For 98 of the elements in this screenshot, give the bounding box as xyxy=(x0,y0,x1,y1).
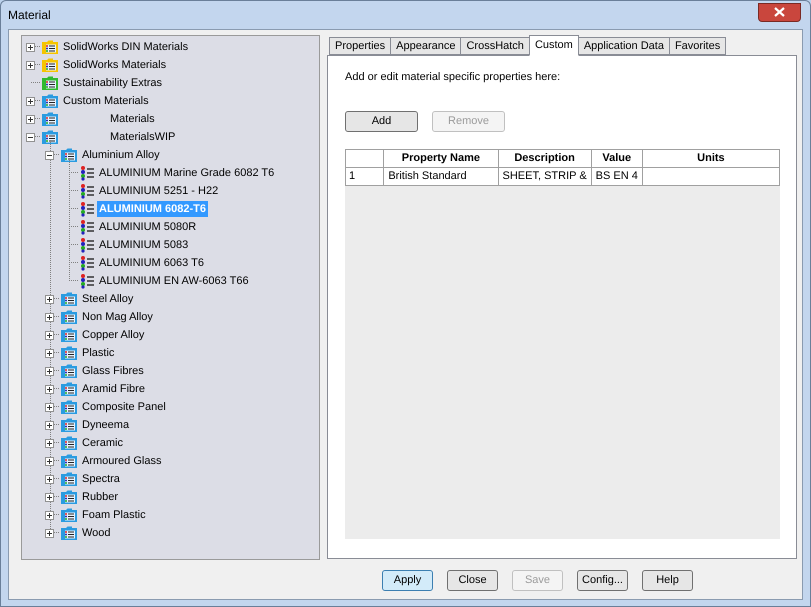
folder-list-icon xyxy=(60,525,78,541)
expand-icon[interactable] xyxy=(26,96,35,106)
folder-list-icon xyxy=(41,57,59,73)
expand-icon[interactable] xyxy=(26,42,35,52)
tree-item[interactable]: Wood xyxy=(80,525,113,541)
expand-icon[interactable] xyxy=(45,492,54,502)
tree-item[interactable]: Sustainability Extras xyxy=(61,75,164,91)
tree-item[interactable]: Copper Alloy xyxy=(80,327,146,343)
dialog-button[interactable]: Add xyxy=(345,110,418,132)
tree-item[interactable]: Dyneema xyxy=(80,417,132,433)
expand-icon[interactable] xyxy=(45,438,54,448)
tree-item[interactable]: Materials xyxy=(108,111,157,127)
folder-list-icon xyxy=(60,471,78,487)
expand-icon[interactable] xyxy=(26,114,35,124)
tab[interactable]: Application Data xyxy=(578,37,670,55)
folder-list-icon xyxy=(60,327,78,343)
expand-icon[interactable] xyxy=(45,510,54,520)
expand-icon[interactable] xyxy=(26,60,35,70)
column-header: Value xyxy=(591,149,642,167)
dialog-button[interactable]: Close xyxy=(447,570,498,591)
tab[interactable]: Appearance xyxy=(390,37,462,55)
window-title: Material xyxy=(8,7,51,24)
tree-item[interactable]: Steel Alloy xyxy=(80,291,136,307)
column-header: Units xyxy=(642,149,780,167)
folder-list-icon xyxy=(60,309,78,325)
tree-item[interactable]: ALUMINIUM 5080R xyxy=(97,219,198,235)
folder-list-icon xyxy=(60,363,78,379)
tree-item[interactable]: Ceramic xyxy=(80,435,125,451)
tree-item[interactable]: ALUMINIUM Marine Grade 6082 T6 xyxy=(97,165,276,181)
tree-item[interactable]: Rubber xyxy=(80,489,120,505)
folder-list-icon xyxy=(60,147,78,163)
material-icon xyxy=(79,255,95,271)
dialog-button[interactable]: Config... xyxy=(577,570,628,591)
folder-list-icon xyxy=(41,75,59,91)
folder-list-icon xyxy=(41,39,59,55)
column-header: Property Name xyxy=(384,149,498,167)
tree-item[interactable]: ALUMINIUM 5083 xyxy=(97,237,190,253)
tree-item[interactable]: Composite Panel xyxy=(80,399,168,415)
tree-item[interactable]: SolidWorks Materials xyxy=(61,57,168,73)
expand-icon[interactable] xyxy=(45,330,54,340)
material-icon xyxy=(79,219,95,235)
folder-list-icon xyxy=(60,291,78,307)
folder-list-icon xyxy=(41,129,59,145)
collapse-icon[interactable] xyxy=(26,132,35,142)
close-icon xyxy=(774,7,785,17)
tree-item[interactable]: Custom Materials xyxy=(61,93,151,109)
folder-list-icon xyxy=(60,345,78,361)
tree-item[interactable]: Plastic xyxy=(80,345,116,361)
tree-item[interactable]: SolidWorks DIN Materials xyxy=(61,39,190,55)
tree-item[interactable]: ALUMINIUM EN AW-6063 T66 xyxy=(97,273,251,289)
tree-item[interactable]: ALUMINIUM 6063 T6 xyxy=(97,255,206,271)
material-icon xyxy=(79,165,95,181)
material-icon xyxy=(79,237,95,253)
expand-icon[interactable] xyxy=(45,474,54,484)
folder-list-icon xyxy=(60,381,78,397)
tree-item[interactable]: Glass Fibres xyxy=(80,363,146,379)
expand-icon[interactable] xyxy=(45,312,54,322)
table-cell: SHEET, STRIP & xyxy=(498,167,592,185)
expand-icon[interactable] xyxy=(45,420,54,430)
folder-list-icon xyxy=(41,111,59,127)
folder-list-icon xyxy=(60,453,78,469)
tree-item[interactable]: ALUMINIUM 5251 - H22 xyxy=(97,183,220,199)
material-icon xyxy=(79,273,95,289)
tree-item[interactable]: MaterialsWIP xyxy=(108,129,178,145)
table-cell: British Standard xyxy=(384,167,498,185)
folder-list-icon xyxy=(60,489,78,505)
folder-list-icon xyxy=(60,399,78,415)
expand-icon[interactable] xyxy=(45,456,54,466)
tab[interactable]: Custom xyxy=(528,35,579,56)
instruction-text: Add or edit material specific properties here: xyxy=(345,70,562,85)
table-cell: BS EN 4 xyxy=(591,167,642,185)
tree-item[interactable]: Spectra xyxy=(80,471,122,487)
expand-icon[interactable] xyxy=(45,366,54,376)
row-number: 1 xyxy=(346,167,384,185)
folder-list-icon xyxy=(60,507,78,523)
expand-icon[interactable] xyxy=(45,348,54,358)
tree-item[interactable]: Aramid Fibre xyxy=(80,381,147,397)
material-icon xyxy=(79,201,95,217)
tree-item[interactable]: Armoured Glass xyxy=(80,453,164,469)
tree-item[interactable]: Aluminium Alloy xyxy=(80,147,162,163)
folder-list-icon xyxy=(60,435,78,451)
tree-item[interactable]: Foam Plastic xyxy=(80,507,148,523)
expand-icon[interactable] xyxy=(45,402,54,412)
expand-icon[interactable] xyxy=(45,384,54,394)
close-button[interactable] xyxy=(758,2,801,22)
dialog-button[interactable]: Help xyxy=(642,570,693,591)
expand-icon[interactable] xyxy=(45,528,54,538)
tab[interactable]: CrossHatch xyxy=(460,37,530,55)
folder-list-icon xyxy=(41,93,59,109)
dialog-button[interactable]: Apply xyxy=(382,570,433,591)
tab[interactable]: Properties xyxy=(329,37,392,55)
tab[interactable]: Favorites xyxy=(668,37,726,55)
column-header: Description xyxy=(498,149,592,167)
folder-list-icon xyxy=(60,417,78,433)
collapse-icon[interactable] xyxy=(45,150,54,160)
material-icon xyxy=(79,183,95,199)
tree-item[interactable]: Non Mag Alloy xyxy=(80,309,155,325)
expand-icon[interactable] xyxy=(45,294,54,304)
